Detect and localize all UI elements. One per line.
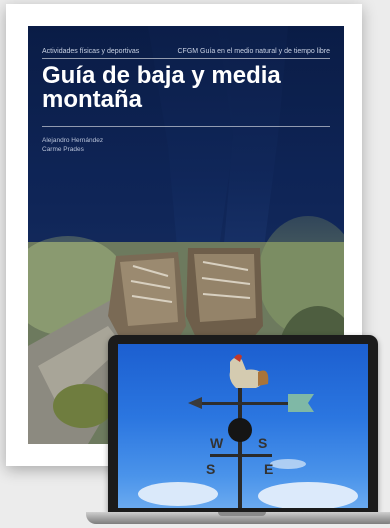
laptop-screen: W S S E — [108, 335, 378, 513]
cover-series-line: Actividades físicas y deportivas CFGM Gu… — [42, 48, 330, 55]
author-1: Alejandro Hernández — [42, 137, 104, 144]
book-authors: Alejandro Hernández Carme Prades — [42, 136, 103, 154]
rooster-icon — [229, 354, 269, 388]
series-left: Actividades físicas y deportivas — [42, 48, 140, 55]
svg-text:E: E — [264, 461, 273, 477]
weathervane-image: W S S E — [138, 354, 358, 508]
cover-rule-bottom — [42, 126, 330, 127]
laptop-display: W S S E — [118, 344, 368, 508]
svg-text:W: W — [210, 435, 224, 451]
cover-rule-top — [42, 58, 330, 59]
author-2: Carme Prades — [42, 146, 84, 153]
laptop-notch — [218, 512, 266, 516]
book-title: Guía de baja y media montaña — [42, 62, 281, 113]
series-right: CFGM Guía en el medio natural y de tiemp… — [177, 48, 330, 55]
svg-text:S: S — [206, 461, 215, 477]
svg-text:S: S — [258, 435, 267, 451]
